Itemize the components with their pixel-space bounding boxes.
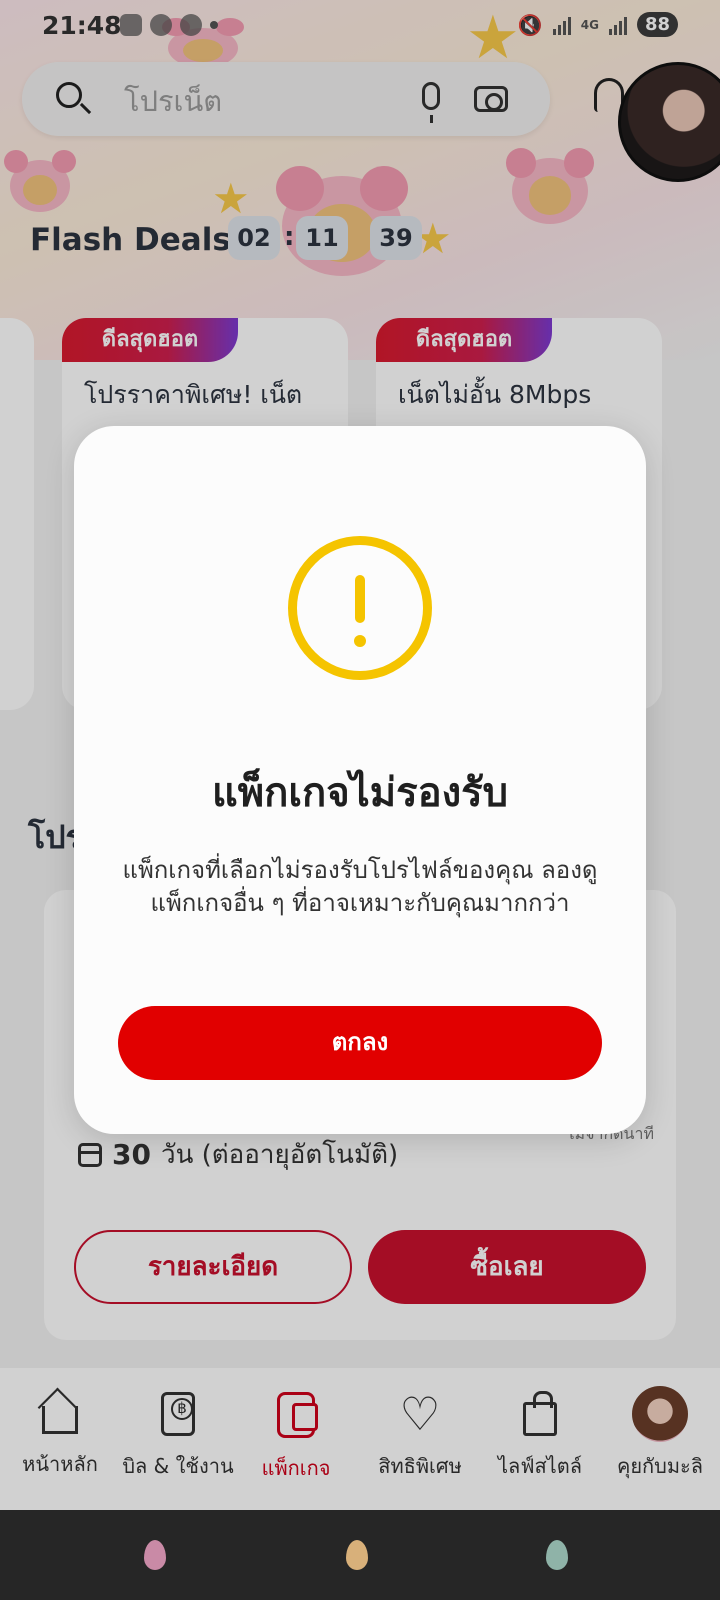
- warning-icon: [288, 536, 432, 680]
- ok-button[interactable]: ตกลง: [118, 1006, 602, 1080]
- system-navigation-bar: [0, 1510, 720, 1600]
- home-nav-icon[interactable]: [346, 1540, 368, 1570]
- dialog-title: แพ็กเกจไม่รองรับ: [211, 770, 509, 816]
- back-nav-icon[interactable]: [144, 1540, 166, 1570]
- dialog-message: แพ็กเกจที่เลือกไม่รองรับโปรไฟล์ของคุณ ลอ…: [122, 856, 598, 917]
- unsupported-package-dialog: แพ็กเกจไม่รองรับ แพ็กเกจที่เลือกไม่รองรั…: [74, 426, 646, 1134]
- recents-nav-icon[interactable]: [546, 1540, 568, 1570]
